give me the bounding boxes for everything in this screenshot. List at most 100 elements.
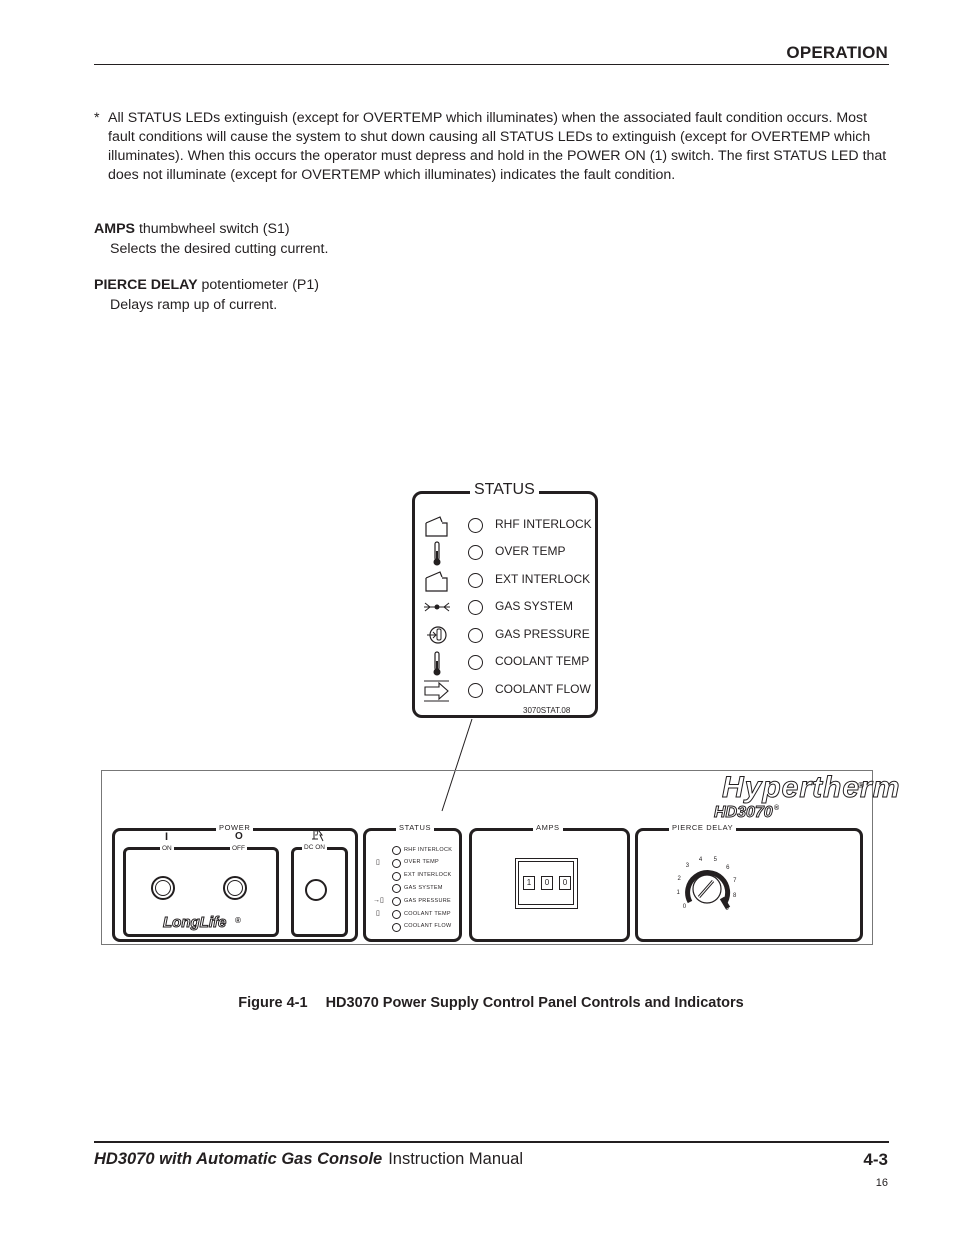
model-registered-mark: ®	[774, 805, 780, 812]
status-led	[468, 518, 483, 533]
dial-tick-label: 9	[725, 905, 729, 912]
dial-tick-label: 7	[733, 878, 737, 885]
amps-label: AMPS	[533, 823, 563, 832]
dial-tick-label: 3	[685, 863, 690, 870]
definition-term: PIERCE DELAY	[94, 277, 198, 293]
definition-qualifier: thumbwheel switch (S1)	[138, 221, 290, 237]
definition-description: Delays ramp up of current.	[110, 296, 278, 313]
status-detail-title: STATUS	[470, 481, 539, 499]
status-led	[468, 683, 483, 698]
thermometer-icon: ▯	[376, 858, 380, 866]
model-logo: HD3070	[714, 804, 774, 822]
gas-pressure-gauge-icon	[427, 626, 447, 644]
status-row-coolant-temp: COOLANT TEMP	[415, 651, 597, 677]
definition-pierce-delay: PIERCE DELAY potentiometer (P1) Delays r…	[94, 276, 319, 315]
definition-amps: AMPS thumbwheel switch (S1) Selects the …	[94, 220, 328, 259]
status-panel-led	[392, 871, 401, 881]
amps-digit[interactable]: 1	[523, 876, 535, 890]
dial-tick-label: 1	[676, 890, 680, 897]
definition-qualifier: potentiometer (P1)	[201, 277, 320, 293]
figure-number: Figure 4-1	[238, 995, 308, 1011]
dial-tick-label: 4	[698, 856, 703, 863]
status-row-gas-system: GAS SYSTEM	[415, 596, 597, 622]
power-on-button[interactable]	[151, 876, 175, 900]
product-name: HD3070 with Automatic Gas Console	[94, 1150, 383, 1168]
status-led	[468, 545, 483, 560]
status-label: COOLANT FLOW	[495, 682, 591, 696]
amps-thumbwheel-switch[interactable]: 1 0 0	[515, 858, 578, 909]
thermometer-icon	[433, 541, 441, 566]
on-symbol: I	[163, 831, 171, 843]
note-text: All STATUS LEDs extinguish (except for O…	[108, 110, 887, 183]
gas-system-icon	[424, 602, 450, 612]
status-label: GAS SYSTEM	[495, 599, 574, 613]
status-panel-led	[392, 910, 401, 919]
pierce-delay-group	[635, 828, 863, 942]
status-panel-item-label: RHF INTERLOCK	[404, 846, 453, 853]
off-label: OFF	[230, 845, 247, 852]
figure-caption: Figure 4-1 HD3070 Power Supply Control Pa…	[0, 995, 954, 1011]
status-label: RHF INTERLOCK	[495, 517, 592, 531]
status-panel-led	[392, 858, 401, 868]
status-led	[468, 655, 483, 670]
footer-title: HD3070 with Automatic Gas Console Instruc…	[94, 1150, 523, 1169]
status-row-gas-pressure: GAS PRESSURE	[415, 624, 597, 650]
status-panel-item-label: OVER TEMP	[404, 859, 439, 866]
status-row-rhf-interlock: RHF INTERLOCK	[415, 514, 597, 540]
interlock-switch-icon	[425, 571, 448, 592]
definition-description: Selects the desired cutting current.	[110, 240, 329, 257]
off-symbol: O	[233, 831, 245, 842]
status-row-coolant-flow: COOLANT FLOW	[415, 679, 597, 705]
longlife-registered-mark: ®	[235, 916, 241, 925]
status-row-over-temp: OVER TEMP	[415, 541, 597, 567]
status-label: COOLANT TEMP	[495, 654, 590, 668]
status-panel-led	[392, 846, 401, 855]
amps-digit[interactable]: 0	[541, 876, 553, 890]
dial-tick-label: 0	[682, 903, 687, 910]
header-rule	[94, 64, 889, 65]
figure-title: HD3070 Power Supply Control Panel Contro…	[325, 995, 744, 1011]
status-panel-led	[392, 922, 401, 932]
status-led	[468, 628, 483, 643]
status-panel-item-label: GAS SYSTEM	[404, 884, 443, 891]
note-marker: *	[94, 110, 100, 126]
longlife-logo: LongLife	[160, 914, 230, 932]
flow-arrow-icon	[424, 680, 449, 702]
dial-tick-label: 6	[726, 865, 730, 872]
status-panel-item-label: GAS PRESSURE	[404, 897, 452, 904]
status-row-ext-interlock: EXT INTERLOCK	[415, 569, 597, 595]
amps-digit[interactable]: 0	[559, 876, 571, 890]
status-label: GAS PRESSURE	[495, 627, 590, 641]
dc-on-torch-icon	[312, 830, 324, 842]
dial-tick-label: 8	[732, 892, 737, 899]
status-panel-label: STATUS	[396, 823, 435, 832]
status-label: EXT INTERLOCK	[495, 572, 591, 586]
dc-on-label: DC ON	[302, 844, 327, 851]
status-led	[468, 600, 483, 615]
status-label: OVER TEMP	[495, 544, 566, 558]
brand-registered-mark: ®	[858, 781, 864, 790]
pierce-delay-label: PIERCE DELAY	[669, 823, 737, 832]
front-panel: Hypertherm ® HD3070 ® POWER I ON O OFF L…	[101, 770, 900, 945]
dial-tick-label: 5	[713, 857, 717, 864]
drawing-code: 3070STAT.08	[523, 706, 571, 715]
on-label: ON	[160, 845, 174, 852]
dial-tick-label: 2	[677, 875, 681, 882]
status-panel-item-label: COOLANT TEMP	[404, 910, 451, 917]
document-type: Instruction Manual	[388, 1150, 524, 1168]
thermometer-icon: ▯	[376, 910, 380, 917]
thermometer-icon	[433, 651, 441, 676]
interlock-switch-icon	[425, 516, 448, 537]
footer-rule	[94, 1141, 889, 1143]
fault-note: * All STATUS LEDs extinguish (except for…	[94, 109, 894, 185]
definition-term: AMPS	[94, 221, 135, 237]
page-reference: 4-3	[863, 1150, 888, 1169]
status-led	[468, 573, 483, 588]
power-off-button[interactable]	[223, 876, 247, 900]
section-title: OPERATION	[786, 43, 888, 62]
status-panel-item-label: COOLANT FLOW	[404, 923, 452, 930]
status-panel-item-label: EXT INTERLOCK	[404, 872, 452, 879]
page-number: 16	[875, 1177, 888, 1189]
dc-on-indicator	[305, 879, 327, 901]
brand-logo: Hypertherm	[721, 771, 901, 805]
